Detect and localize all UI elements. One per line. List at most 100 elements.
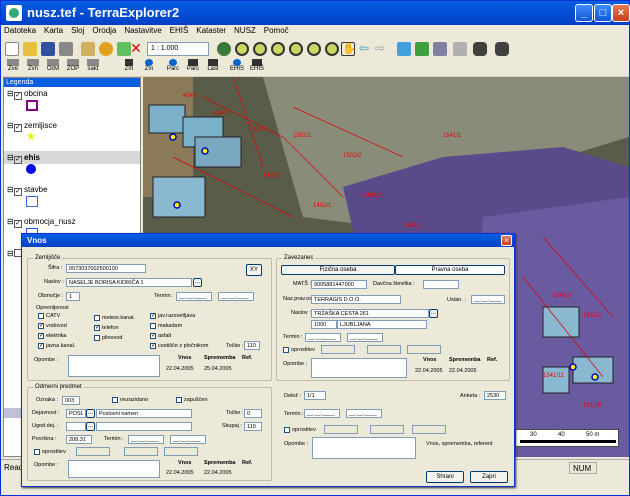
save-disk-icon[interactable] bbox=[41, 42, 55, 56]
oznaka-field[interactable]: 003 bbox=[62, 396, 80, 405]
pan-hand-icon[interactable]: ✋ bbox=[341, 42, 356, 56]
sifra-field[interactable]: 0073037002500100 bbox=[66, 264, 146, 273]
predmet-termin-from[interactable]: __.__.____ bbox=[128, 435, 164, 444]
lightning-icon[interactable] bbox=[453, 42, 467, 56]
zoom-out-icon[interactable] bbox=[253, 42, 267, 56]
parc-button-2[interactable]: Parc bbox=[185, 59, 201, 73]
close-button[interactable]: × bbox=[612, 4, 630, 22]
dejavnost-field[interactable]: Poslovni namen bbox=[96, 409, 192, 418]
layer-obmocja-nusz-checkbox[interactable]: ✓ bbox=[14, 220, 22, 228]
zm-button-2[interactable]: Zm bbox=[141, 59, 157, 73]
select-area-icon[interactable] bbox=[415, 42, 429, 56]
delez-oprostitev-checkbox[interactable] bbox=[284, 427, 290, 433]
minimize-button[interactable]: _ bbox=[575, 4, 593, 22]
forward-arrow-icon[interactable]: ⇨ bbox=[375, 42, 389, 56]
ehis-button-2[interactable]: EHIŠ bbox=[249, 59, 265, 73]
menu-orodja[interactable]: Orodja bbox=[89, 25, 119, 36]
properties-icon[interactable] bbox=[81, 42, 95, 56]
menu-kataster[interactable]: Kataster bbox=[193, 25, 229, 36]
menu-datoteka[interactable]: Datoteka bbox=[1, 25, 39, 36]
obmocje-field[interactable]: 1 bbox=[66, 292, 80, 301]
globe-icon[interactable] bbox=[217, 42, 231, 56]
delez-termin-from[interactable]: __.__.____ bbox=[304, 409, 340, 418]
nezazidano-checkbox[interactable] bbox=[112, 397, 118, 403]
zoom-in-icon[interactable] bbox=[235, 42, 249, 56]
delete-icon[interactable]: ✕ bbox=[129, 41, 143, 56]
telefon-checkbox[interactable]: ✓ bbox=[94, 325, 100, 331]
zavezanec-opombe-field[interactable] bbox=[311, 358, 407, 378]
select-icon[interactable] bbox=[397, 42, 411, 56]
last-button[interactable]: Last bbox=[205, 59, 221, 73]
print-icon[interactable] bbox=[59, 42, 73, 56]
elektrika-checkbox[interactable]: ✓ bbox=[38, 333, 44, 339]
cestisce-checkbox[interactable]: ✓ bbox=[150, 343, 156, 349]
davcna-field[interactable] bbox=[423, 280, 459, 289]
zm-button-1[interactable]: Zm bbox=[121, 59, 137, 73]
zve-button[interactable]: Zve bbox=[5, 59, 21, 73]
menu-pomoc[interactable]: Pomoč bbox=[261, 25, 292, 36]
zoom-window-icon[interactable] bbox=[271, 42, 285, 56]
zoom-layer-icon[interactable] bbox=[325, 42, 339, 56]
menu-karta[interactable]: Karta bbox=[41, 25, 66, 36]
anketa-field[interactable]: 2530 bbox=[484, 391, 506, 400]
asfalt-checkbox[interactable]: ✓ bbox=[150, 333, 156, 339]
predmet-oprostitev-checkbox[interactable] bbox=[34, 449, 40, 455]
zemljisce-termin-to[interactable]: __.__.____ bbox=[218, 292, 254, 301]
zoom-full-icon[interactable] bbox=[289, 42, 303, 56]
zoom-select[interactable]: 1 : 1.000 bbox=[147, 42, 209, 56]
menu-sloj[interactable]: Sloj bbox=[68, 25, 87, 36]
zoom-previous-icon[interactable] bbox=[307, 42, 321, 56]
layer-obmocja-nusz[interactable]: ⊟✓ obmocja_nusz bbox=[4, 215, 140, 228]
layer-zemljisce[interactable]: ⊟✓ zemljisce bbox=[4, 119, 140, 132]
predmet-termin-to[interactable]: __.__.____ bbox=[170, 435, 206, 444]
plinovod-checkbox[interactable] bbox=[94, 335, 100, 341]
jav-razsvetljava-checkbox[interactable]: ✓ bbox=[150, 313, 156, 319]
layer-ehis-checkbox[interactable]: ✓ bbox=[14, 156, 22, 164]
menu-nastavitve[interactable]: Nastavitve bbox=[121, 25, 164, 36]
delez-termin-to[interactable]: __.__.____ bbox=[346, 409, 382, 418]
posta-field[interactable]: 1000 bbox=[311, 320, 337, 329]
zavezanec-termin-to[interactable]: __.__.____ bbox=[347, 333, 383, 342]
zvn-button[interactable]: Zvn bbox=[25, 59, 41, 73]
delez-field[interactable]: 1/1 bbox=[304, 391, 326, 400]
new-file-icon[interactable] bbox=[5, 42, 19, 56]
layer-down-icon[interactable] bbox=[99, 42, 113, 56]
ehis-button[interactable]: EHIS bbox=[229, 59, 245, 73]
measure-icon[interactable] bbox=[433, 42, 447, 56]
zemljisce-termin-from[interactable]: __.__.____ bbox=[176, 292, 212, 301]
find-icon[interactable] bbox=[495, 42, 509, 56]
dialog-close-button[interactable]: × bbox=[501, 235, 512, 246]
sakt-button[interactable]: sakt bbox=[85, 59, 101, 73]
tab-fizicna-oseba[interactable]: Fizična oseba bbox=[281, 265, 395, 275]
zemljisce-tocke-field[interactable]: 110 bbox=[244, 341, 260, 350]
tab-pravna-oseba[interactable]: Pravna oseba bbox=[395, 265, 505, 275]
layer-obcina[interactable]: ⊟✓ obcina bbox=[4, 87, 140, 100]
povrsina-field[interactable]: 208,31 bbox=[66, 435, 92, 444]
zavezanec-naslov-field[interactable]: TRŽAŠKA CESTA 261 bbox=[311, 309, 429, 318]
ugod-browse-button[interactable]: … bbox=[86, 422, 95, 431]
javna-kanal-checkbox[interactable]: ✓ bbox=[38, 343, 44, 349]
menu-nusz[interactable]: NUSZ bbox=[231, 25, 259, 36]
mats-field[interactable]: 9005881447000 bbox=[311, 280, 367, 289]
dejavnost-browse-button[interactable]: … bbox=[86, 409, 95, 418]
menu-ehis[interactable]: EHIŠ bbox=[167, 25, 192, 36]
meteor-kanal-checkbox[interactable] bbox=[94, 315, 100, 321]
vodovod-checkbox[interactable]: ✓ bbox=[38, 323, 44, 329]
predmet-tocke-field[interactable]: 0 bbox=[244, 409, 262, 418]
xy-button[interactable]: XY bbox=[246, 264, 262, 276]
zapri-button[interactable]: Zapri bbox=[470, 471, 508, 483]
binoculars-icon[interactable] bbox=[473, 42, 487, 56]
delez-opombe-field[interactable] bbox=[312, 437, 416, 459]
shrani-button[interactable]: Shrani bbox=[426, 471, 464, 483]
zavezanec-naslov-browse-button[interactable]: … bbox=[429, 309, 438, 318]
ugod-dej-field[interactable] bbox=[66, 422, 86, 431]
zapuscen-checkbox[interactable] bbox=[176, 397, 182, 403]
ugod-dej-name-field[interactable] bbox=[96, 422, 192, 431]
zavezanec-termin-from[interactable]: __.__.____ bbox=[305, 333, 341, 342]
layer-ehis[interactable]: ⊟✓ ehis bbox=[4, 151, 140, 164]
layer-stavbe[interactable]: ⊟✓ stavbe bbox=[4, 183, 140, 196]
predmet-opombe-field[interactable] bbox=[68, 460, 160, 478]
kraj-field[interactable]: LJUBLJANA bbox=[337, 320, 427, 329]
ustan-field[interactable]: __.__.____ bbox=[471, 295, 505, 304]
zemljisce-naslov-field[interactable]: NASELJE BORISA KIDRIČA 1 bbox=[66, 278, 192, 287]
